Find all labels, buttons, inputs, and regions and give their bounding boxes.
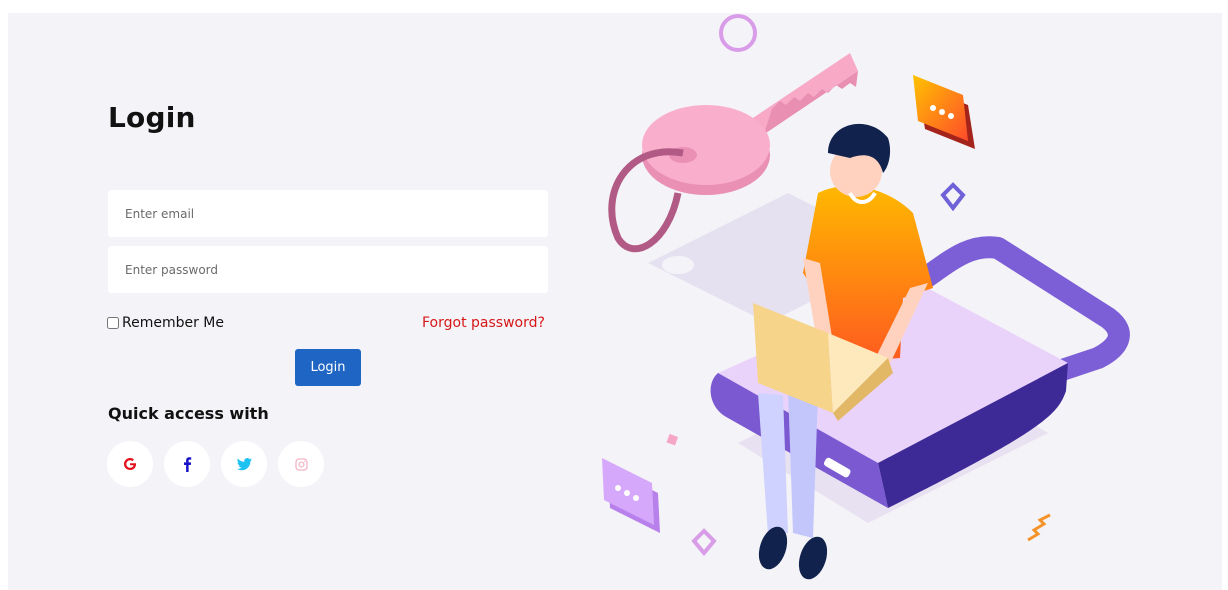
google-icon — [124, 458, 136, 470]
login-button[interactable]: Login — [295, 349, 361, 386]
remember-me[interactable]: Remember Me — [107, 315, 224, 331]
remember-me-checkbox[interactable] — [107, 317, 119, 329]
login-illustration — [602, 14, 1130, 580]
login-page: Login Remember Me Forgot password? Login… — [8, 13, 1222, 590]
twitter-login-button[interactable] — [221, 441, 267, 487]
quick-access-heading: Quick access with — [108, 404, 269, 423]
page-title: Login — [108, 101, 196, 134]
facebook-login-button[interactable] — [164, 441, 210, 487]
email-field[interactable] — [108, 190, 548, 237]
remember-me-label: Remember Me — [122, 315, 224, 331]
password-field[interactable] — [108, 246, 548, 293]
instagram-login-button[interactable] — [278, 441, 324, 487]
instagram-icon — [294, 457, 308, 471]
facebook-icon — [184, 457, 192, 472]
twitter-icon — [236, 457, 252, 470]
forgot-password-link[interactable]: Forgot password? — [422, 315, 545, 331]
google-login-button[interactable] — [107, 441, 153, 487]
